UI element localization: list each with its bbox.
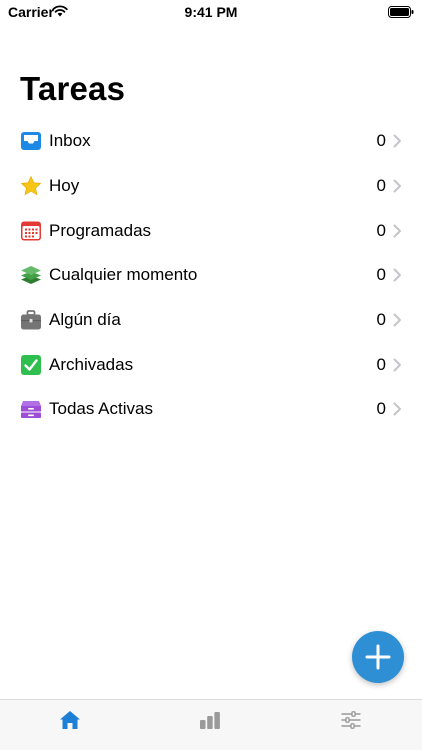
list-item-algun-dia[interactable]: Algún día 0 <box>0 298 422 343</box>
sliders-icon <box>341 711 361 729</box>
chevron-right-icon <box>393 134 402 148</box>
list-item-label: Hoy <box>49 176 80 196</box>
list-item-count: 0 <box>376 265 386 285</box>
tab-settings[interactable] <box>339 708 363 732</box>
status-bar: Carrier 9:41 PM <box>0 0 422 24</box>
bar-chart-icon <box>200 712 220 729</box>
plus-icon <box>365 644 391 670</box>
home-icon <box>60 711 80 729</box>
list-item-cualquier-momento[interactable]: Cualquier momento 0 <box>0 253 422 298</box>
list-item-archivadas[interactable]: Archivadas 0 <box>0 342 422 387</box>
tab-statistics[interactable] <box>198 708 222 732</box>
list-item-count: 0 <box>376 310 386 330</box>
tab-bar <box>0 699 422 750</box>
briefcase-icon <box>20 309 42 331</box>
list-item-count: 0 <box>376 354 386 374</box>
list-item-label: Archivadas <box>49 354 134 374</box>
list-item-count: 0 <box>376 399 386 419</box>
status-time: 9:41 PM <box>184 4 238 20</box>
chevron-right-icon <box>393 402 402 416</box>
list-item-inbox[interactable]: Inbox 0 <box>0 119 422 164</box>
list-item-label: Todas Activas <box>49 399 153 419</box>
list-item-count: 0 <box>376 176 386 196</box>
list-item-count: 0 <box>376 131 386 151</box>
inbox-tray-icon <box>20 130 42 152</box>
calendar-icon <box>20 220 42 242</box>
list-item-label: Programadas <box>49 220 152 240</box>
archive-box-icon <box>20 398 42 420</box>
list-item-label: Inbox <box>49 131 91 151</box>
list-item-label: Cualquier momento <box>49 265 198 285</box>
chevron-right-icon <box>393 268 402 282</box>
list-item-label: Algún día <box>49 310 121 330</box>
chevron-right-icon <box>393 224 402 238</box>
list-item-count: 0 <box>376 220 386 240</box>
list-item-hoy[interactable]: Hoy 0 <box>0 164 422 209</box>
task-lists: Inbox 0 Hoy 0 Programadas 0 Cualquier mo… <box>0 119 422 432</box>
battery-icon <box>388 5 414 18</box>
add-task-button[interactable] <box>352 631 404 683</box>
chevron-right-icon <box>393 358 402 372</box>
chevron-right-icon <box>393 313 402 327</box>
chevron-right-icon <box>393 179 402 193</box>
layers-icon <box>20 264 42 286</box>
star-icon <box>20 175 42 197</box>
checkbox-icon <box>20 354 42 376</box>
page-title: Tareas <box>20 70 126 107</box>
list-item-programadas[interactable]: Programadas 0 <box>0 208 422 253</box>
tab-home[interactable] <box>58 708 82 732</box>
list-item-todas-activas[interactable]: Todas Activas 0 <box>0 387 422 432</box>
